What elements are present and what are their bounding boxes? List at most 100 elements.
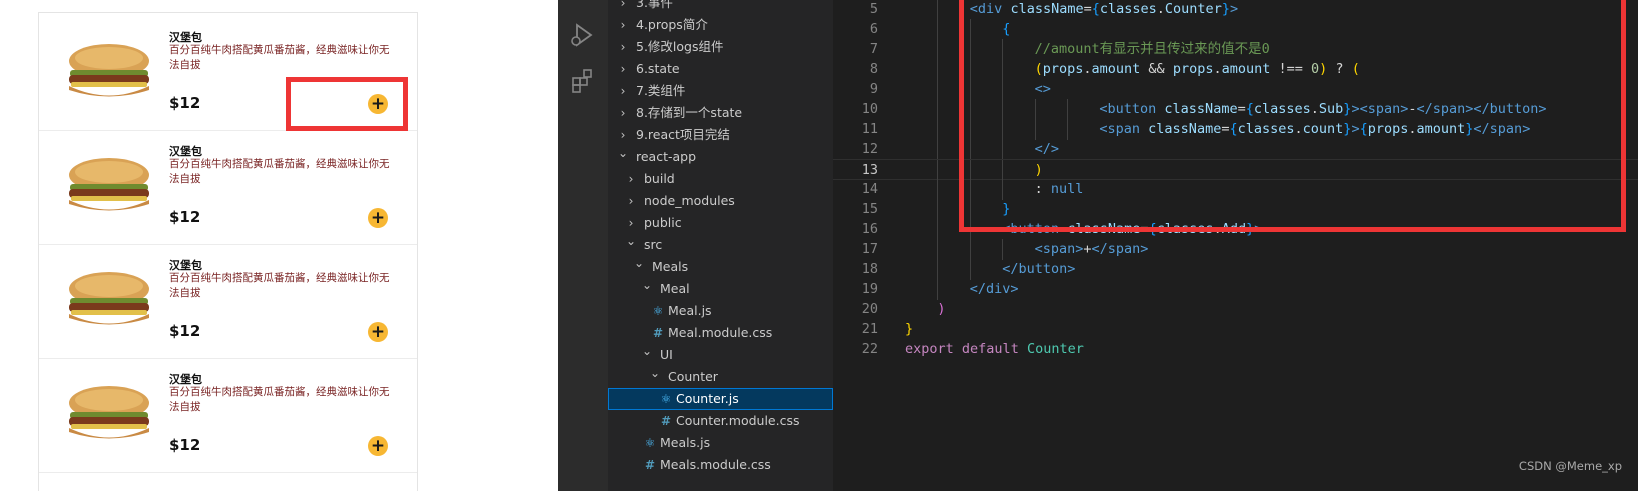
code-text: </div> bbox=[970, 279, 1019, 300]
add-to-cart-button[interactable]: + bbox=[368, 322, 388, 342]
indent-guide bbox=[937, 199, 939, 220]
explorer-folder[interactable]: › 9.react项目完结 bbox=[608, 124, 833, 146]
meal-description: 百分百纯牛肉搭配黄瓜番茄酱，经典滋味让你无法自拔 bbox=[169, 44, 390, 71]
indent-guide bbox=[937, 139, 939, 160]
explorer-item-label: Meals.module.css bbox=[660, 457, 771, 472]
code-text: </button> bbox=[1002, 259, 1075, 280]
chevron-right-icon: › bbox=[620, 84, 626, 98]
explorer-item-label: 6.state bbox=[636, 61, 680, 76]
explorer-folder[interactable]: › node_modules bbox=[608, 190, 833, 212]
add-to-cart-button[interactable]: + bbox=[368, 208, 388, 228]
explorer-item-label: Meals bbox=[652, 259, 689, 274]
chevron-right-icon: › bbox=[628, 172, 634, 186]
explorer-item-label: 8.存储到一个state bbox=[636, 105, 743, 120]
chevron-right-icon: › bbox=[620, 0, 626, 10]
line-number: 21 bbox=[861, 321, 878, 337]
explorer-file[interactable]: ⚛ Meals.js bbox=[608, 432, 833, 454]
chevron-right-icon: › bbox=[620, 40, 626, 54]
line-number: 7 bbox=[869, 41, 878, 57]
explorer-item-label: Counter.js bbox=[676, 391, 739, 406]
meal-price: $12 bbox=[169, 94, 201, 112]
indent-guide bbox=[937, 239, 939, 260]
meal-image bbox=[61, 269, 157, 333]
line-number: 10 bbox=[861, 101, 878, 117]
indent-guide bbox=[937, 99, 939, 120]
explorer-folder[interactable]: › 3.事件 bbox=[608, 0, 833, 14]
meal-image bbox=[61, 41, 157, 105]
explorer-file[interactable]: # Meals.module.css bbox=[608, 454, 833, 476]
code-token: + bbox=[1083, 241, 1092, 257]
code-line: 20) bbox=[833, 299, 1638, 320]
indent-guide bbox=[937, 160, 939, 181]
react-file-icon: ⚛ bbox=[660, 392, 672, 406]
highlight-box-code bbox=[959, 0, 1626, 232]
explorer-folder[interactable]: › 4.props简介 bbox=[608, 14, 833, 36]
line-number: 15 bbox=[861, 201, 878, 217]
code-text: ) bbox=[937, 299, 945, 320]
explorer-item-label: node_modules bbox=[644, 193, 735, 208]
explorer-folder[interactable]: ⌄ react-app bbox=[608, 146, 833, 168]
css-file-icon: # bbox=[644, 458, 656, 472]
code-token: Counter bbox=[1026, 341, 1084, 357]
explorer-folder[interactable]: ⌄ UI bbox=[608, 344, 833, 366]
highlight-box-add-button bbox=[286, 77, 408, 131]
indent-guide bbox=[937, 259, 939, 280]
explorer-folder[interactable]: › 5.修改logs组件 bbox=[608, 36, 833, 58]
explorer-folder[interactable]: › 6.state bbox=[608, 58, 833, 80]
run-debug-icon[interactable] bbox=[568, 20, 598, 50]
line-number: 22 bbox=[861, 341, 878, 357]
line-number: 17 bbox=[861, 241, 878, 257]
code-token: ) bbox=[937, 301, 946, 317]
meal-item: 汉堡包 百分百纯牛肉搭配黄瓜番茄酱，经典滋味让你无法自拔 $12 + bbox=[39, 127, 417, 245]
add-to-cart-button[interactable]: + bbox=[368, 436, 388, 456]
chevron-down-icon: ⌄ bbox=[641, 344, 653, 358]
explorer-file[interactable]: ⚛ Meal.js bbox=[608, 300, 833, 322]
code-token: </button> bbox=[1002, 261, 1076, 277]
code-line: 18 </button> bbox=[833, 259, 1638, 280]
explorer-item-label: 5.修改logs组件 bbox=[636, 39, 724, 54]
code-text: } bbox=[905, 319, 913, 340]
code-token: default bbox=[961, 341, 1019, 357]
code-text: export default Counter bbox=[905, 339, 1084, 360]
explorer-folder[interactable]: ⌄ Meal bbox=[608, 278, 833, 300]
explorer-folder[interactable]: › public bbox=[608, 212, 833, 234]
explorer-folder[interactable]: ⌄ Counter bbox=[608, 366, 833, 388]
line-number: 20 bbox=[861, 301, 878, 317]
line-number: 13 bbox=[861, 162, 878, 178]
app-preview-pane: 汉堡包 百分百纯牛肉搭配黄瓜番茄酱，经典滋味让你无法自拔 $12 + 汉堡包 百分百纯牛肉… bbox=[0, 0, 555, 491]
line-number: 5 bbox=[869, 1, 878, 17]
indent-guide bbox=[937, 219, 939, 240]
line-number: 8 bbox=[869, 61, 878, 77]
extensions-icon[interactable] bbox=[568, 66, 598, 96]
code-line: 17 <span>+</span> bbox=[833, 239, 1638, 260]
explorer-folder[interactable]: › 8.存储到一个state bbox=[608, 102, 833, 124]
explorer-item-label: 7.类组件 bbox=[636, 83, 686, 98]
line-number: 12 bbox=[861, 141, 878, 157]
code-token: </span> bbox=[1091, 241, 1149, 257]
explorer-item-label: Meals.js bbox=[660, 435, 711, 450]
explorer-file[interactable]: ⚛ Counter.js bbox=[608, 388, 833, 410]
screenshot-root: 汉堡包 百分百纯牛肉搭配黄瓜番茄酱，经典滋味让你无法自拔 $12 + 汉堡包 百分百纯牛肉… bbox=[0, 0, 1638, 491]
meal-description: 百分百纯牛肉搭配黄瓜番茄酱，经典滋味让你无法自拔 bbox=[169, 158, 390, 185]
meal-image bbox=[61, 155, 157, 219]
meal-image bbox=[61, 383, 157, 447]
chevron-right-icon: › bbox=[620, 62, 626, 76]
react-file-icon: ⚛ bbox=[652, 304, 664, 318]
code-line: 19 </div> bbox=[833, 279, 1638, 300]
chevron-down-icon: ⌄ bbox=[617, 146, 629, 160]
chevron-down-icon: ⌄ bbox=[625, 234, 637, 248]
meal-description: 百分百纯牛肉搭配黄瓜番茄酱，经典滋味让你无法自拔 bbox=[169, 272, 390, 299]
indent-guide bbox=[937, 0, 939, 20]
explorer-folder[interactable]: › build bbox=[608, 168, 833, 190]
chevron-down-icon: ⌄ bbox=[641, 278, 653, 292]
watermark: CSDN @Meme_xp bbox=[1518, 459, 1622, 473]
file-explorer: › 3.事件 › 4.props简介 › 5.修改logs组件 › 6.state › 7.类组件… bbox=[608, 0, 833, 491]
explorer-item-label: src bbox=[644, 237, 663, 252]
activity-bar bbox=[558, 0, 608, 491]
indent-guide bbox=[969, 239, 971, 260]
explorer-file[interactable]: # Counter.module.css bbox=[608, 410, 833, 432]
chevron-right-icon: › bbox=[620, 18, 626, 32]
explorer-folder[interactable]: › 7.类组件 bbox=[608, 80, 833, 102]
chevron-right-icon: › bbox=[628, 194, 634, 208]
indent-guide bbox=[1002, 239, 1004, 260]
